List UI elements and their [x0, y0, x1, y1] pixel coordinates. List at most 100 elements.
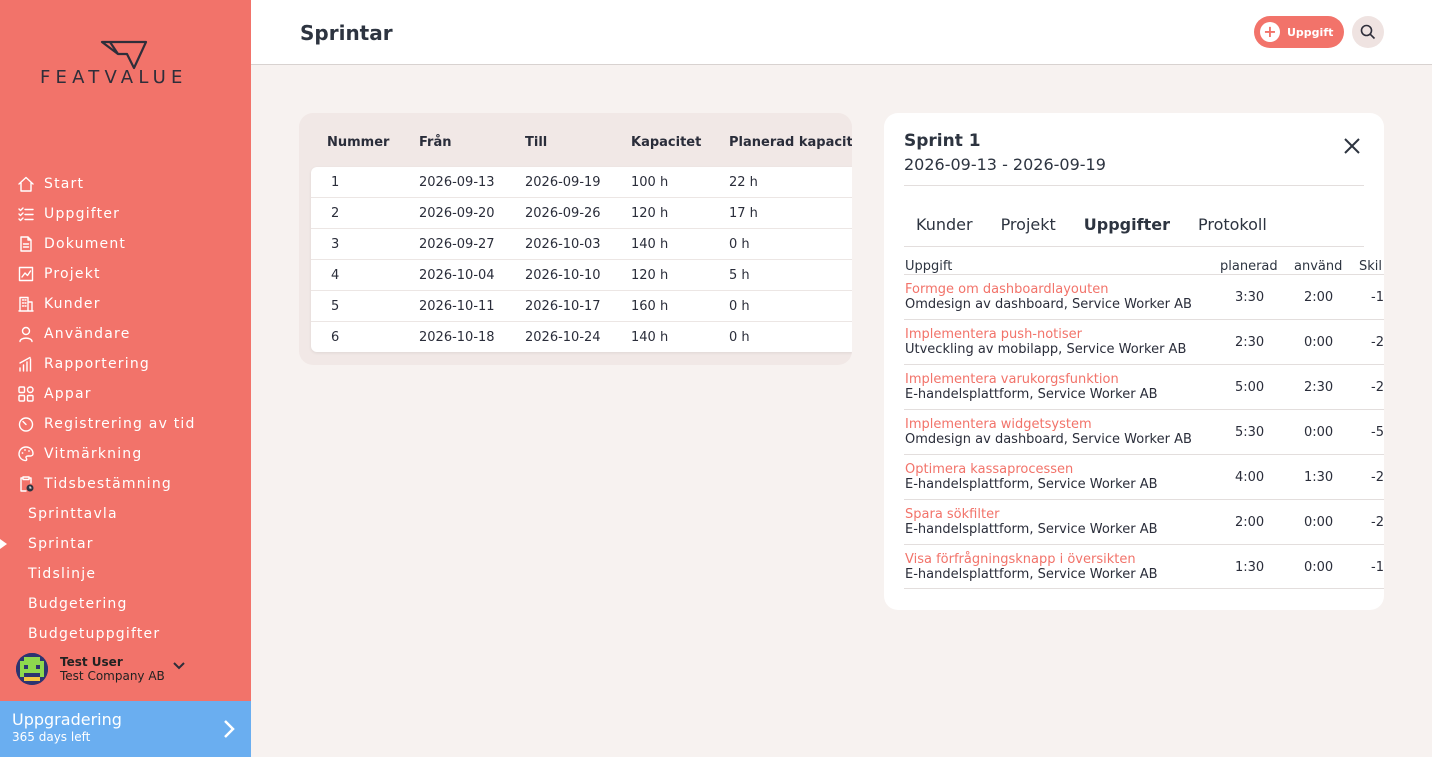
chart-board-icon [17, 265, 35, 283]
sidebar-subitem-sprintar[interactable]: Sprintar [0, 529, 251, 559]
column-header: Från [419, 135, 452, 150]
sidebar-item-användare[interactable]: Användare [0, 319, 251, 349]
task-list: Formge om dashboardlayouten Omdesign av d… [904, 274, 1384, 589]
task-used: 2:30 [1304, 380, 1334, 395]
building-icon [17, 295, 35, 313]
task-row[interactable]: Implementera push-notiser Utveckling av m… [904, 319, 1384, 364]
sprint-detail-range: 2026-09-13 - 2026-09-19 [904, 155, 1106, 174]
sidebar-item-tidsbestämning[interactable]: Tidsbestämning [0, 469, 251, 499]
sprint-table-body: 1 2026-09-13 2026-09-19 100 h 22 h 2 2026-09-2… [311, 167, 852, 352]
task-context: E-handelsplattform, Service Worker AB [905, 522, 1158, 537]
table-cell: 160 h [631, 299, 669, 314]
sidebar-item-label: Sprinttavla [28, 506, 118, 522]
task-row[interactable]: Formge om dashboardlayouten Omdesign av d… [904, 274, 1384, 319]
task-name-link[interactable]: Visa förfrågningsknapp i översikten [905, 552, 1136, 567]
sidebar-subitem-sprinttavla[interactable]: Sprinttavla [0, 499, 251, 529]
task-name-link[interactable]: Formge om dashboardlayouten [905, 282, 1108, 297]
table-cell: 2026-10-17 [525, 299, 601, 314]
tab-uppgifter[interactable]: Uppgifter [1084, 215, 1170, 234]
search-icon [1360, 24, 1376, 40]
add-task-label: Uppgift [1287, 25, 1334, 39]
task-diff: -2: [1371, 335, 1384, 350]
table-row[interactable]: 4 2026-10-04 2026-10-10 120 h 5 h [311, 260, 852, 291]
task-used: 0:00 [1304, 560, 1334, 575]
column-header: Planerad kapacitet [729, 135, 852, 150]
table-cell: 1 [331, 175, 340, 190]
table-cell: 4 [331, 268, 340, 283]
tab-kunder[interactable]: Kunder [916, 215, 973, 234]
close-icon[interactable] [1342, 136, 1362, 156]
sidebar-item-registrering-av-tid[interactable]: Registrering av tid [0, 409, 251, 439]
table-cell: 22 h [729, 175, 758, 190]
sidebar-item-label: Appar [44, 386, 92, 402]
table-cell: 120 h [631, 268, 669, 283]
sidebar-item-appar[interactable]: Appar [0, 379, 251, 409]
task-row[interactable]: Visa förfrågningsknapp i översikten E-han… [904, 544, 1384, 589]
sidebar-item-label: Uppgifter [44, 206, 121, 222]
plus-icon: + [1260, 22, 1280, 42]
task-context: Omdesign av dashboard, Service Worker AB [905, 432, 1192, 447]
sidebar-item-kunder[interactable]: Kunder [0, 289, 251, 319]
task-row[interactable]: Implementera widgetsystem Omdesign av das… [904, 409, 1384, 454]
task-planned: 3:30 [1235, 290, 1265, 305]
table-cell: 140 h [631, 237, 669, 252]
table-cell: 2026-09-26 [525, 206, 601, 221]
task-used: 0:00 [1304, 515, 1334, 530]
sidebar-item-dokument[interactable]: Dokument [0, 229, 251, 259]
user-icon [17, 325, 35, 343]
tab-projekt[interactable]: Projekt [1001, 215, 1056, 234]
sidebar-item-start[interactable]: Start [0, 169, 251, 199]
divider [904, 246, 1364, 247]
sidebar-item-projekt[interactable]: Projekt [0, 259, 251, 289]
task-row[interactable]: Spara sökfilter E-handelsplattform, Servi… [904, 499, 1384, 544]
table-cell: 0 h [729, 330, 750, 345]
task-name-link[interactable]: Spara sökfilter [905, 507, 999, 522]
task-name-link[interactable]: Optimera kassaprocessen [905, 462, 1073, 477]
sidebar-item-rapportering[interactable]: Rapportering [0, 349, 251, 379]
search-button[interactable] [1352, 16, 1384, 48]
timer-icon [17, 415, 35, 433]
logo[interactable]: FEATVALUE [38, 40, 214, 90]
sprint-detail-panel: Sprint 1 2026-09-13 - 2026-09-19 Kunder P… [884, 113, 1384, 610]
task-name-link[interactable]: Implementera varukorgsfunktion [905, 372, 1119, 387]
table-row[interactable]: 3 2026-09-27 2026-10-03 140 h 0 h [311, 229, 852, 260]
column-header: Uppgift [905, 259, 953, 274]
column-header: Skil [1359, 259, 1383, 274]
chevron-down-icon[interactable] [173, 662, 185, 670]
table-cell: 2026-09-27 [419, 237, 495, 252]
sidebar-item-label: Vitmärkning [44, 446, 143, 462]
user-menu[interactable]: Test User Test Company AB [16, 652, 236, 686]
task-row[interactable]: Optimera kassaprocessen E-handelsplattfor… [904, 454, 1384, 499]
sidebar-item-vitmärkning[interactable]: Vitmärkning [0, 439, 251, 469]
sidebar-item-label: Dokument [44, 236, 127, 252]
task-diff: -1: [1371, 290, 1384, 305]
upgrade-days-left: 365 days left [12, 730, 91, 744]
sidebar-subitem-tidslinje[interactable]: Tidslinje [0, 559, 251, 589]
table-row[interactable]: 6 2026-10-18 2026-10-24 140 h 0 h [311, 322, 852, 353]
tab-protokoll[interactable]: Protokoll [1198, 215, 1267, 234]
add-task-button[interactable]: + Uppgift [1254, 16, 1344, 48]
task-name-link[interactable]: Implementera push-notiser [905, 327, 1082, 342]
upgrade-banner[interactable]: Uppgradering 365 days left [0, 701, 251, 757]
task-name-link[interactable]: Implementera widgetsystem [905, 417, 1092, 432]
checklist-icon [17, 205, 35, 223]
home-icon [17, 175, 35, 193]
avatar [16, 653, 48, 685]
top-header: Sprintar + Uppgift [251, 0, 1432, 65]
task-used: 2:00 [1304, 290, 1334, 305]
table-cell: 17 h [729, 206, 758, 221]
sidebar-item-uppgifter[interactable]: Uppgifter [0, 199, 251, 229]
table-row[interactable]: 1 2026-09-13 2026-09-19 100 h 22 h [311, 167, 852, 198]
sidebar-item-label: Tidslinje [28, 566, 97, 582]
sidebar-item-label: Sprintar [28, 536, 94, 552]
bar-chart-icon [17, 355, 35, 373]
table-cell: 2026-10-11 [419, 299, 495, 314]
sidebar-subitem-budgetering[interactable]: Budgetering [0, 589, 251, 619]
table-row[interactable]: 2 2026-09-20 2026-09-26 120 h 17 h [311, 198, 852, 229]
table-cell: 120 h [631, 206, 669, 221]
task-row[interactable]: Implementera varukorgsfunktion E-handelsp… [904, 364, 1384, 409]
sidebar-item-label: Registrering av tid [44, 416, 196, 432]
sidebar-item-label: Användare [44, 326, 131, 342]
sidebar-subitem-budgetuppgifter[interactable]: Budgetuppgifter [0, 619, 251, 649]
table-row[interactable]: 5 2026-10-11 2026-10-17 160 h 0 h [311, 291, 852, 322]
